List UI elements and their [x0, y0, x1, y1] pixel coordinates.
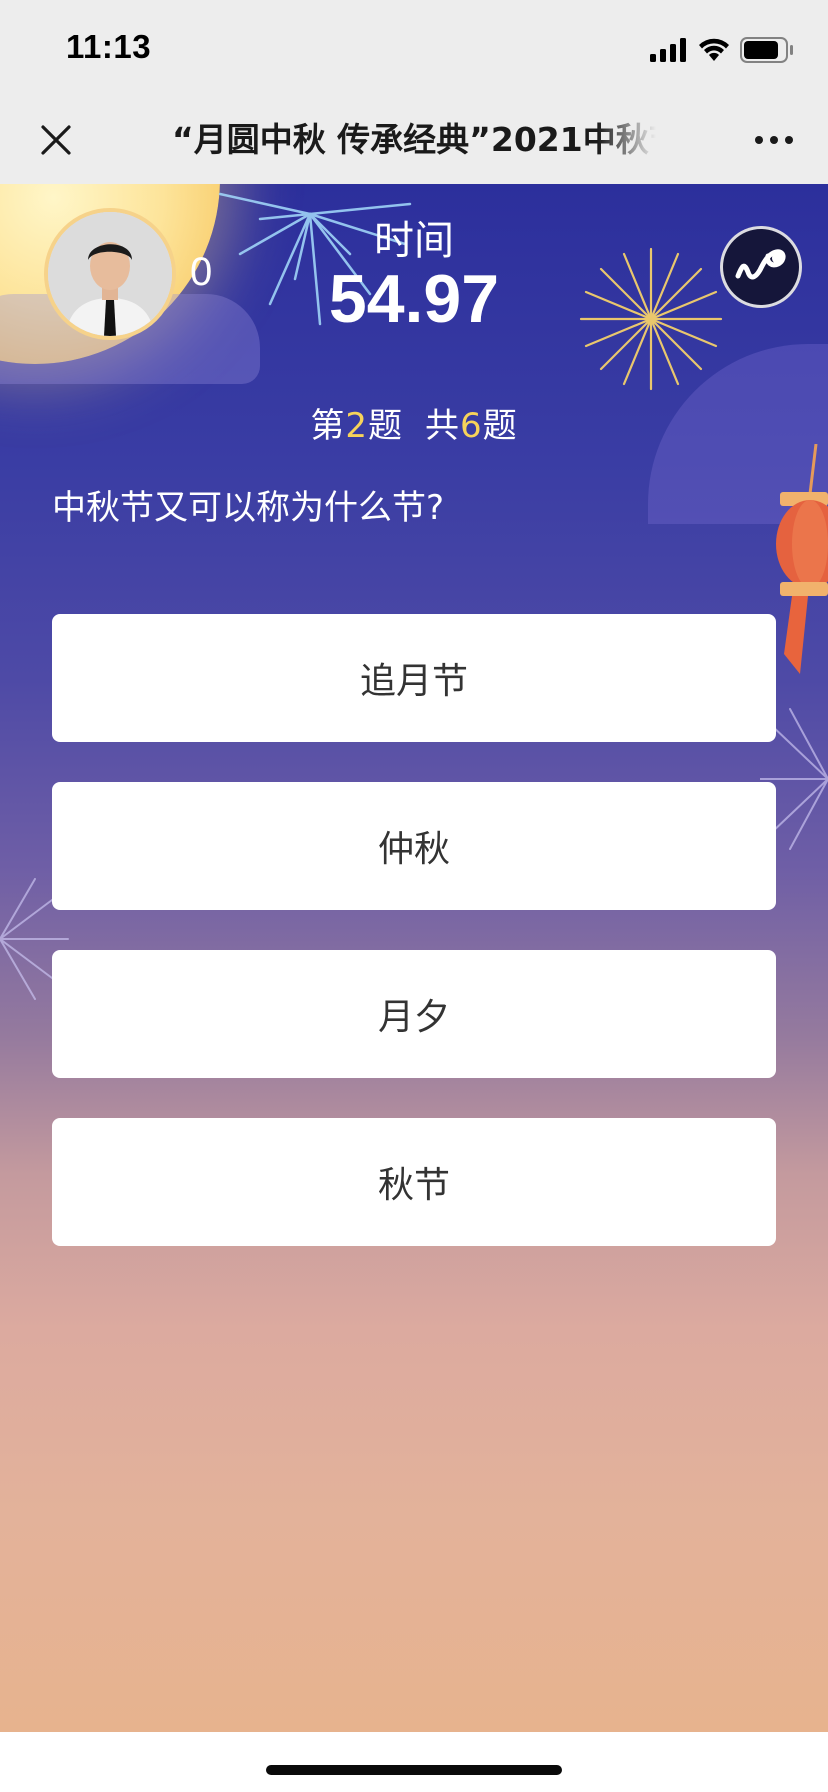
answer-options: 追月节 仲秋 月夕 秋节 [52, 614, 776, 1286]
status-time: 11:13 [66, 28, 152, 65]
status-bar: 11:13 [0, 0, 828, 96]
current-question-number: 2 [345, 406, 368, 446]
answer-option-2[interactable]: 仲秋 [52, 782, 776, 910]
wifi-icon [699, 38, 729, 61]
cellular-signal-icon [650, 38, 686, 62]
answer-option-1[interactable]: 追月节 [52, 614, 776, 742]
more-dots-icon[interactable] [754, 130, 794, 150]
page-title: “月圆中秋 传承经典”2021中秋节 [172, 120, 656, 159]
battery-icon [740, 37, 793, 63]
quiz-stage: 0 时间 54.97 第2题 共6题 中秋节又可以称为什么节? 追月节 仲秋 月夕… [0, 184, 828, 1732]
progress-total-prefix: 共 [425, 406, 460, 446]
answer-option-4[interactable]: 秋节 [52, 1118, 776, 1246]
music-note-icon [735, 249, 786, 280]
total-question-number: 6 [460, 406, 483, 446]
bottom-bar [0, 1732, 828, 1792]
lantern-decoration [776, 444, 828, 674]
time-label: 时间 [374, 218, 454, 264]
system-icons [650, 36, 794, 64]
close-icon[interactable] [38, 122, 74, 158]
question-text: 中秋节又可以称为什么节? [52, 488, 445, 528]
home-indicator[interactable] [266, 1765, 562, 1775]
answer-option-3[interactable]: 月夕 [52, 950, 776, 1078]
question-progress: 第2题 共6题 [0, 398, 828, 447]
timer-value: 54.97 [328, 261, 500, 337]
nav-bar: “月圆中秋 传承经典”2021中秋节 [0, 96, 828, 184]
progress-mid: 题 [368, 406, 403, 446]
progress-prefix: 第 [310, 406, 346, 446]
progress-suffix: 题 [482, 406, 518, 446]
music-toggle-button[interactable] [720, 226, 802, 308]
